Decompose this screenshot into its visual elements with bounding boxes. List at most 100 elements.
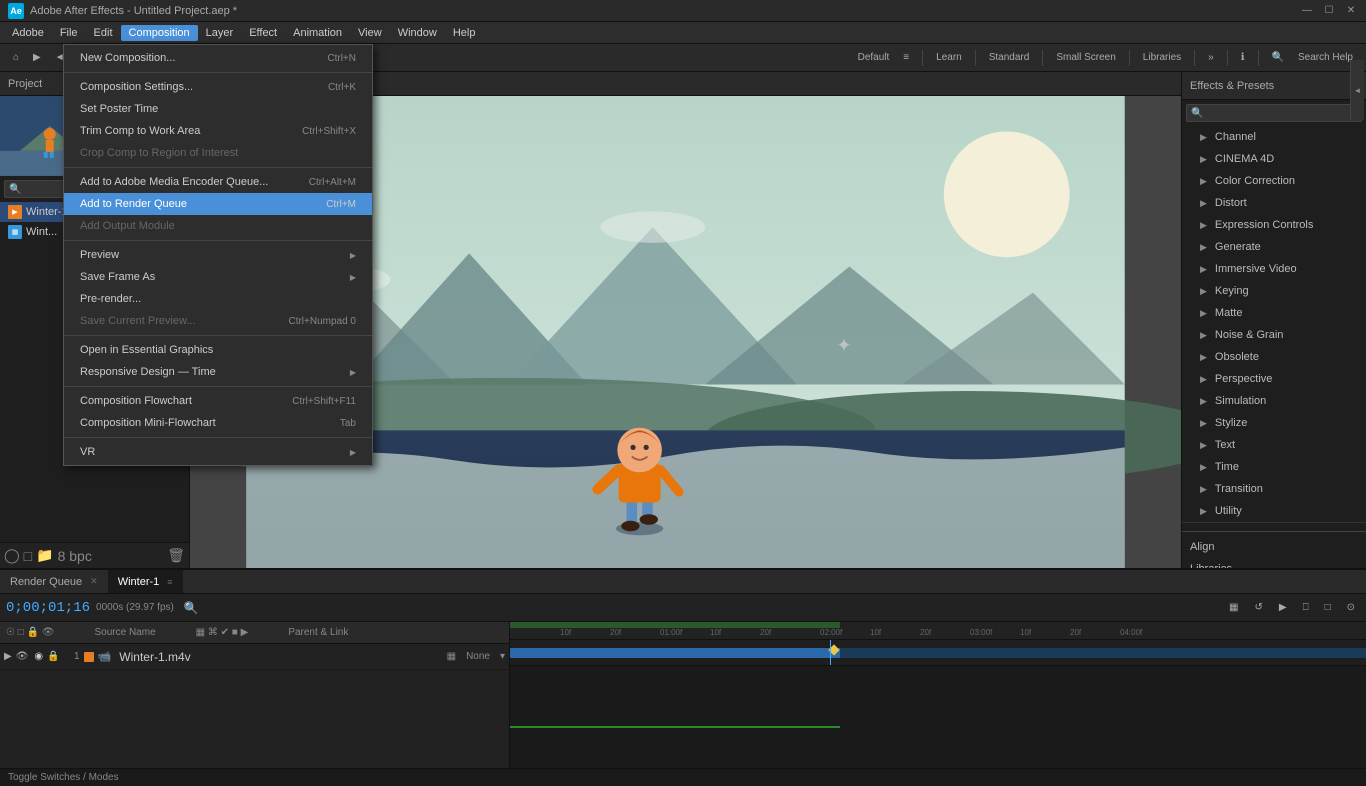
menu-adobe[interactable]: Adobe [4,25,52,41]
menu-composition[interactable]: Composition [121,25,198,41]
workspace-menu-icon[interactable]: ≡ [898,50,914,65]
effect-expression-controls[interactable]: ▶ Expression Controls [1182,214,1366,236]
menu-add-output-module[interactable]: Add Output Module [64,215,372,237]
effect-immersive-video[interactable]: ▶ Immersive Video [1182,258,1366,280]
effect-channel[interactable]: ▶ Channel [1182,126,1366,148]
menu-window[interactable]: Window [390,25,445,41]
timeline-icon5[interactable]: □ [1320,600,1336,615]
chevron-color-correction: ▶ [1200,176,1207,187]
timeline-icon2[interactable]: ↺ [1249,600,1267,615]
project-label: Project [8,78,42,90]
expand-workspaces-btn[interactable]: » [1203,50,1219,65]
layer-mode-icon[interactable]: ▦ [447,651,456,662]
window-controls[interactable]: — ☐ ✕ [1300,4,1358,18]
menu-layer[interactable]: Layer [198,25,242,41]
new-folder-btn[interactable]: ◯ [4,547,20,564]
close-button[interactable]: ✕ [1344,4,1358,18]
menu-set-poster[interactable]: Set Poster Time [64,98,372,120]
menu-comp-flowchart[interactable]: Composition Flowchart Ctrl+Shift+F11 [64,390,372,412]
effects-panel-header: Effects & Presets ≡ [1182,72,1366,100]
timeline-tab-winter1[interactable]: Winter-1 ≡ [108,570,183,593]
menu-crop-comp[interactable]: Crop Comp to Region of Interest [64,142,372,164]
comp-mini-flowchart-label: Composition Mini-Flowchart [80,417,216,429]
timeline-icon3[interactable]: ▶ [1274,600,1292,615]
layer-mode-dropdown[interactable]: ▾ [500,651,505,662]
effect-perspective[interactable]: ▶ Perspective [1182,368,1366,390]
chevron-text: ▶ [1200,440,1207,451]
layer-solo-icon[interactable]: ◉ [34,651,43,662]
effect-noise-grain[interactable]: ▶ Noise & Grain [1182,324,1366,346]
menu-help[interactable]: Help [445,25,484,41]
layer-row-1[interactable]: ▶ 👁 ◉ 🔒 1 📹 Winter-1.m4v ▦ None ▾ [0,644,509,670]
menu-animation[interactable]: Animation [285,25,350,41]
footage-btn[interactable]: 📁 [36,547,53,564]
effect-obsolete[interactable]: ▶ Obsolete [1182,346,1366,368]
menu-view[interactable]: View [350,25,390,41]
minimize-button[interactable]: — [1300,4,1314,18]
menu-comp-settings[interactable]: Composition Settings... Ctrl+K [64,76,372,98]
search-timecode-btn[interactable]: 🔍 [184,601,199,615]
effect-color-correction[interactable]: ▶ Color Correction [1182,170,1366,192]
menu-save-current-preview[interactable]: Save Current Preview... Ctrl+Numpad 0 [64,310,372,332]
effect-keying[interactable]: ▶ Keying [1182,280,1366,302]
effect-stylize[interactable]: ▶ Stylize [1182,412,1366,434]
effect-time[interactable]: ▶ Time [1182,456,1366,478]
layer-mode-label[interactable]: None [466,651,490,662]
effect-distort[interactable]: ▶ Distort [1182,192,1366,214]
menu-responsive-design[interactable]: Responsive Design — Time [64,361,372,383]
home-btn[interactable]: ⌂ [8,50,24,65]
add-render-shortcut: Ctrl+M [326,199,356,210]
panel-libraries[interactable]: Libraries [1182,558,1366,568]
effects-search-input[interactable]: 🔍 [1186,104,1362,122]
effect-matte[interactable]: ▶ Matte [1182,302,1366,324]
info-btn[interactable]: ℹ [1236,50,1250,65]
effect-transition[interactable]: ▶ Transition [1182,478,1366,500]
search-help-label[interactable]: Search Help [1293,50,1358,65]
workspace-default[interactable]: Default [853,50,895,65]
timecode-display[interactable]: 0;00;01;16 [6,600,90,616]
menu-trim-comp[interactable]: Trim Comp to Work Area Ctrl+Shift+X [64,120,372,142]
delete-btn[interactable]: 🗑 [167,547,185,564]
workspace-learn[interactable]: Learn [931,50,967,65]
effect-simulation[interactable]: ▶ Simulation [1182,390,1366,412]
effect-utility[interactable]: ▶ Utility [1182,500,1366,522]
workspace-small-screen[interactable]: Small Screen [1051,50,1120,65]
effect-generate[interactable]: ▶ Generate [1182,236,1366,258]
timeline-tab-render-queue[interactable]: Render Queue ✕ [0,570,108,593]
menu-comp-mini-flowchart[interactable]: Composition Mini-Flowchart Tab [64,412,372,434]
effect-text[interactable]: ▶ Text [1182,434,1366,456]
menu-new-composition[interactable]: New Composition... Ctrl+N [64,47,372,69]
timeline-icon1[interactable]: ▦ [1224,600,1243,615]
playhead[interactable] [830,640,831,665]
menu-add-render-queue[interactable]: Add to Render Queue Ctrl+M [64,193,372,215]
timeline-options-icon[interactable]: ≡ [167,577,172,587]
effect-cinema4d[interactable]: ▶ CINEMA 4D [1182,148,1366,170]
menu-vr[interactable]: VR [64,441,372,463]
menu-preview[interactable]: Preview [64,244,372,266]
layer-visibility-icon[interactable]: 👁 [16,651,29,662]
bpc-btn[interactable]: 8 bpc [58,548,92,564]
render-queue-close[interactable]: ✕ [90,576,98,587]
timeline-icon4[interactable]: ⎕ [1298,600,1314,615]
menu-effect[interactable]: Effect [241,25,285,41]
maximize-button[interactable]: ☐ [1322,4,1336,18]
menu-file[interactable]: File [52,25,86,41]
menu-add-media-encoder[interactable]: Add to Adobe Media Encoder Queue... Ctrl… [64,171,372,193]
layer-expand-icon[interactable]: ▶ [4,651,12,662]
menu-open-essential-graphics[interactable]: Open in Essential Graphics [64,339,372,361]
menu-save-frame-as[interactable]: Save Frame As [64,266,372,288]
new-comp-small-btn[interactable]: □ [24,548,32,564]
search-icon[interactable]: 🔍 [1267,50,1289,65]
menu-edit[interactable]: Edit [86,25,121,41]
set-poster-label: Set Poster Time [80,103,158,115]
panel-expand-btn[interactable]: ◄ [1350,72,1364,120]
layer-lock-icon[interactable]: 🔒 [47,651,59,662]
status-bar: Toggle Switches / Modes [0,768,1366,786]
layer-bar-main[interactable] [510,648,840,658]
menu-pre-render[interactable]: Pre-render... [64,288,372,310]
timeline-icon6[interactable]: ⊙ [1342,600,1360,615]
workspace-standard[interactable]: Standard [984,50,1035,65]
panel-align[interactable]: Align [1182,536,1366,558]
toolbar-icon1[interactable]: ▶ [28,50,46,65]
workspace-libraries[interactable]: Libraries [1138,50,1186,65]
